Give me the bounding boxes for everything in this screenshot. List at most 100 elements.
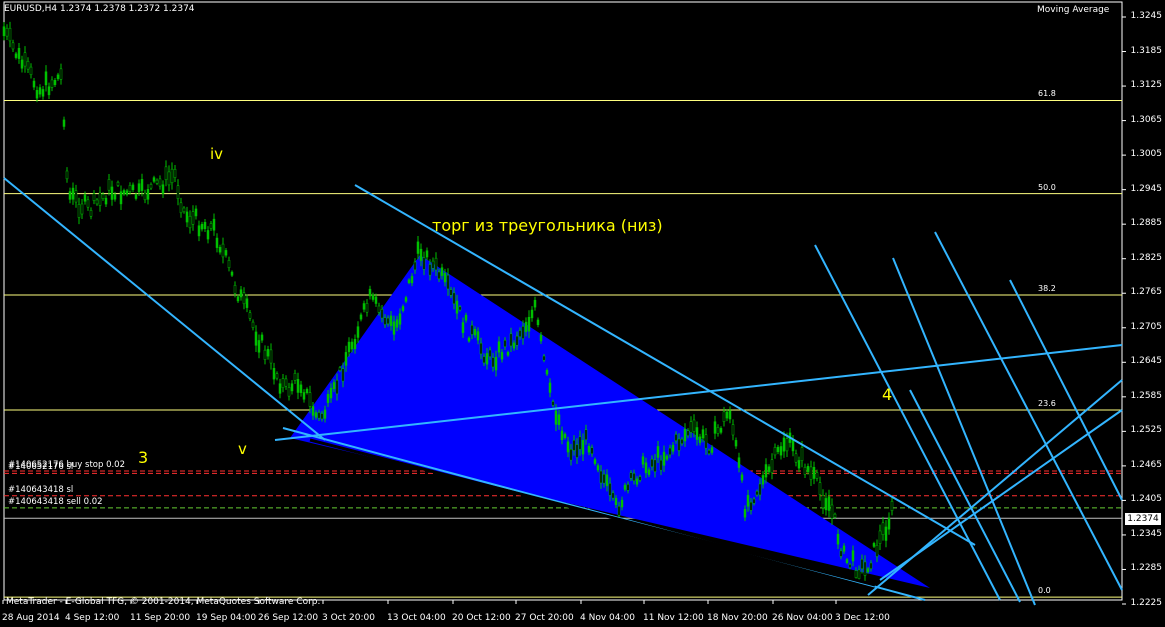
candle-body: [275, 373, 279, 379]
candle-body: [596, 465, 600, 471]
candle-body: [395, 319, 399, 328]
candle-body: [800, 447, 804, 461]
candle-body: [215, 237, 219, 248]
candle-body: [746, 495, 750, 507]
candle-body: [401, 306, 405, 311]
price-tick: 1.2825: [1130, 252, 1163, 263]
wave-4-label[interactable]: 4: [882, 385, 892, 404]
candle-body: [560, 430, 564, 441]
candle-body: [272, 368, 276, 380]
candle-body: [425, 250, 429, 258]
candle-body: [2, 26, 6, 37]
candle-body: [785, 438, 789, 452]
candle-body: [365, 303, 369, 313]
candle-body: [407, 279, 411, 284]
candle-body: [617, 506, 621, 516]
candle-body: [380, 309, 384, 319]
candle-body: [536, 319, 540, 326]
wave-v-label[interactable]: v: [238, 440, 247, 458]
candle-body: [113, 194, 117, 200]
candle-body: [302, 392, 306, 400]
candle-body: [647, 469, 651, 475]
candle-body: [554, 410, 558, 425]
time-tick: 18 Nov 20:00: [707, 613, 768, 623]
candle-body: [428, 264, 432, 276]
candle-body: [170, 168, 174, 184]
candle-body: [815, 472, 819, 479]
copyright-text: MetaTrader - E-Global TFG, © 2001-2014, …: [6, 597, 321, 607]
candle-body: [443, 273, 447, 283]
time-tick: 19 Sep 04:00: [196, 613, 257, 623]
candle-body: [821, 495, 825, 509]
candle-body: [158, 178, 162, 187]
candle-body: [419, 248, 423, 261]
triangle-shape[interactable]: [290, 255, 930, 588]
triangle-annotation[interactable]: торг из треугольника (низ): [432, 216, 663, 235]
candle-body: [44, 71, 48, 86]
time-tick: 4 Nov 04:00: [580, 613, 635, 623]
candle-body: [563, 433, 567, 439]
candle-body: [218, 246, 222, 253]
candle-body: [23, 52, 27, 67]
candle-body: [104, 197, 108, 205]
candle-body: [581, 440, 585, 455]
candle-body: [773, 447, 777, 456]
candle-body: [53, 80, 57, 86]
candle-body: [665, 455, 669, 460]
candle-body: [389, 315, 393, 326]
candle-body: [812, 467, 816, 479]
candle-body: [182, 207, 186, 213]
candle-body: [776, 446, 780, 453]
time-tick: 28 Aug 2014: [2, 613, 60, 623]
candle-body: [509, 333, 513, 347]
candle-body: [743, 509, 747, 518]
candle-body: [881, 522, 885, 535]
candle-body: [863, 561, 867, 576]
candle-body: [179, 202, 183, 214]
candle-body: [41, 89, 45, 97]
chart-canvas[interactable]: [0, 0, 1165, 627]
candle-body: [533, 299, 537, 308]
candle-body: [125, 190, 129, 195]
candle-body: [239, 289, 243, 298]
candle-body: [212, 218, 216, 231]
candle-body: [359, 314, 363, 320]
candle-body: [836, 533, 840, 545]
candle-body: [458, 306, 462, 311]
wave-iv-label[interactable]: iv: [210, 145, 223, 163]
indicator-label[interactable]: Moving Average: [1037, 5, 1109, 15]
candle-body: [476, 331, 480, 341]
candle-body: [293, 373, 297, 381]
candle-body: [410, 276, 414, 284]
candle-body: [152, 177, 156, 182]
wave-3-label[interactable]: 3: [138, 448, 148, 467]
candle-body: [695, 427, 699, 440]
candle-body: [770, 459, 774, 473]
candle-body: [98, 192, 102, 206]
candle-body: [371, 294, 375, 300]
candle-body: [32, 80, 36, 88]
candle-body: [500, 352, 504, 360]
candle-body: [872, 543, 876, 547]
price-tick: 1.2405: [1130, 494, 1163, 505]
symbol-header: EURUSD,H4 1.2374 1.2378 1.2372 1.2374: [4, 4, 195, 14]
candle-body: [542, 355, 546, 361]
candle-body: [77, 204, 81, 218]
candle-body: [224, 250, 228, 256]
fib-level-label: 38.2: [1038, 283, 1056, 293]
candle-body: [134, 194, 138, 199]
candle-body: [455, 300, 459, 314]
trend-line-12: [879, 409, 1123, 581]
candle-body: [119, 191, 123, 205]
candle-body: [791, 440, 795, 452]
time-tick: 13 Oct 04:00: [387, 613, 446, 623]
candle-body: [827, 496, 831, 511]
candle-body: [605, 474, 609, 487]
candle-body: [374, 296, 378, 304]
candle-body: [137, 183, 141, 193]
candle-body: [794, 453, 798, 463]
candle-body: [74, 190, 78, 203]
candle-body: [866, 568, 870, 573]
candle-body: [14, 53, 18, 58]
candle-body: [446, 274, 450, 290]
